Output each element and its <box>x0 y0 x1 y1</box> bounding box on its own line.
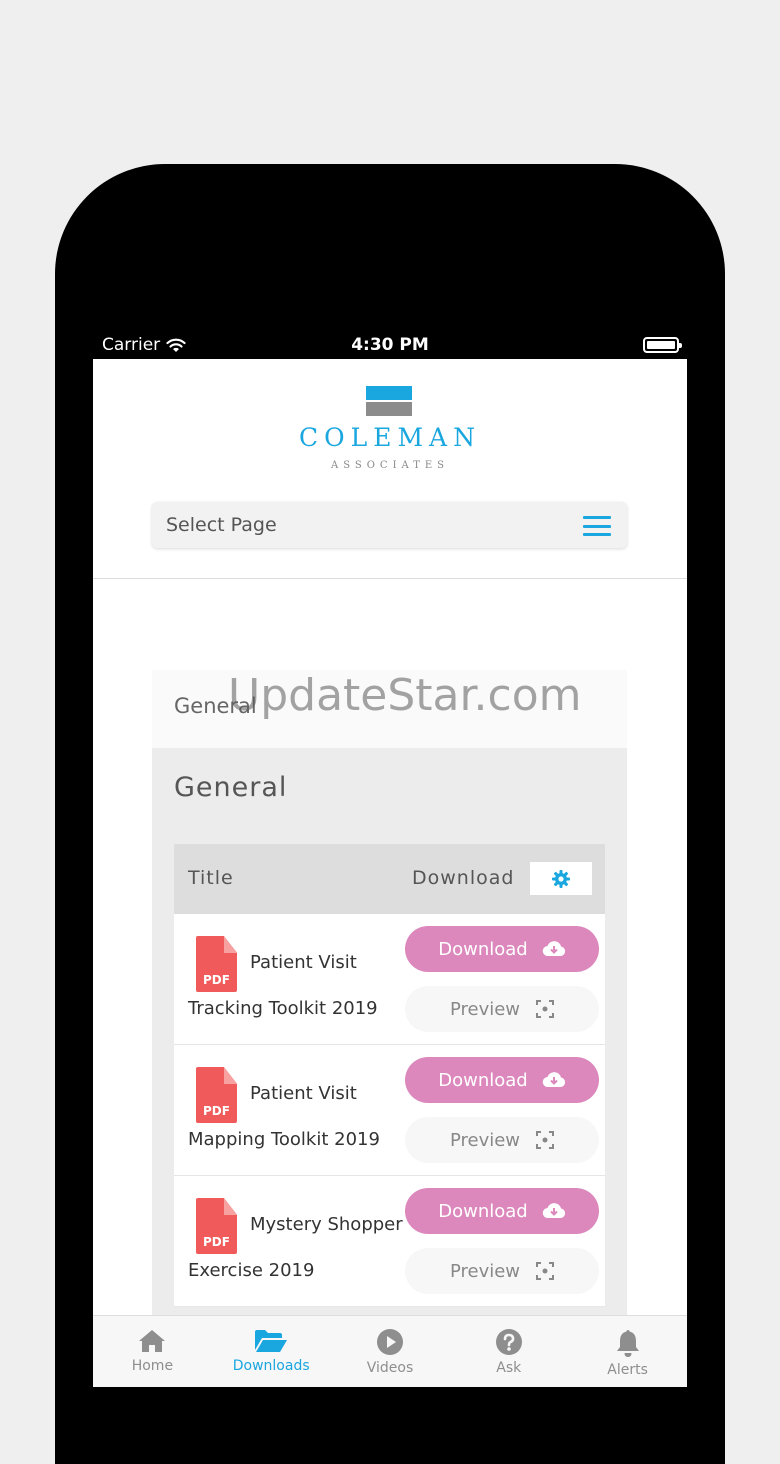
column-header-download: Download <box>412 867 515 889</box>
preview-button[interactable]: Preview <box>405 1117 599 1163</box>
pdf-file-icon: PDF <box>196 936 237 992</box>
download-button-label: Download <box>438 938 528 960</box>
cloud-download-icon <box>542 1072 565 1088</box>
select-page-dropdown[interactable]: Select Page <box>152 502 627 548</box>
tab-bar: Home Downloads Videos Ask Alerts <box>93 1315 687 1387</box>
table-row: PDF Patient Visit Mapping Toolkit 2019 D… <box>174 1045 605 1176</box>
preview-button-label: Preview <box>449 1129 521 1151</box>
focus-preview-icon <box>536 1262 555 1280</box>
download-button[interactable]: Download <box>405 926 599 972</box>
bell-icon <box>616 1330 639 1357</box>
pdf-icon-label: PDF <box>203 1104 230 1118</box>
preview-button-label: Preview <box>449 998 521 1020</box>
home-icon <box>139 1330 166 1352</box>
download-button-label: Download <box>438 1069 528 1091</box>
tab-alerts[interactable]: Alerts <box>568 1316 687 1387</box>
cloud-download-icon <box>542 1203 565 1219</box>
pdf-icon-label: PDF <box>203 973 230 987</box>
column-header-title: Title <box>188 867 234 889</box>
focus-preview-icon <box>536 1131 555 1149</box>
tab-label: Ask <box>496 1360 522 1376</box>
tab-label: Alerts <box>607 1362 648 1378</box>
pdf-file-icon: PDF <box>196 1198 237 1254</box>
tab-home[interactable]: Home <box>93 1316 212 1387</box>
app-screen: COLEMAN ASSOCIATES Select Page General U… <box>93 359 687 1387</box>
tab-downloads[interactable]: Downloads <box>212 1316 331 1387</box>
document-title-line2: Mapping Toolkit 2019 <box>188 1129 380 1150</box>
section-header-label: General <box>174 694 257 718</box>
pdf-icon-label: PDF <box>203 1235 230 1249</box>
header-divider <box>93 578 687 579</box>
document-title-line2: Exercise 2019 <box>188 1260 315 1281</box>
table-row: PDF Mystery Shopper Exercise 2019 Downlo… <box>174 1176 605 1307</box>
gear-icon <box>552 869 570 888</box>
preview-button[interactable]: Preview <box>405 1248 599 1294</box>
tab-label: Downloads <box>232 1358 310 1374</box>
brand-name: COLEMAN <box>298 423 481 452</box>
focus-preview-icon <box>536 1000 555 1018</box>
question-circle-icon <box>495 1329 522 1355</box>
tab-ask[interactable]: Ask <box>449 1316 568 1387</box>
downloads-panel: General Title Download PDF Patient Visit… <box>152 748 627 1387</box>
table-row: PDF Patient Visit Tracking Toolkit 2019 … <box>174 914 605 1045</box>
preview-button[interactable]: Preview <box>405 986 599 1032</box>
battery-icon <box>643 337 682 353</box>
folder-open-icon <box>255 1330 288 1352</box>
section-header[interactable]: General <box>152 670 627 748</box>
download-button[interactable]: Download <box>405 1057 599 1103</box>
select-page-label: Select Page <box>166 514 277 536</box>
hamburger-menu-icon[interactable] <box>583 516 611 536</box>
document-title-line1: Patient Visit <box>250 952 357 973</box>
download-button[interactable]: Download <box>405 1188 599 1234</box>
cloud-download-icon <box>542 941 565 957</box>
panel-title: General <box>174 772 288 803</box>
settings-button[interactable] <box>530 862 592 895</box>
download-button-label: Download <box>438 1200 528 1222</box>
logo-mark <box>366 386 412 416</box>
pdf-file-icon: PDF <box>196 1067 237 1123</box>
document-title-line1: Mystery Shopper <box>250 1214 403 1235</box>
preview-button-label: Preview <box>449 1260 521 1282</box>
downloads-table: Title Download PDF Patient Visit Trackin… <box>174 844 605 1307</box>
play-circle-icon <box>376 1329 403 1355</box>
document-title-line1: Patient Visit <box>250 1083 357 1104</box>
status-time: 4:30 PM <box>351 335 429 355</box>
brand-subtitle: ASSOCIATES <box>330 460 450 471</box>
table-header: Title Download <box>174 844 605 914</box>
document-title-line2: Tracking Toolkit 2019 <box>188 998 378 1019</box>
tab-videos[interactable]: Videos <box>331 1316 450 1387</box>
status-bar: Carrier 4:30 PM <box>93 330 687 360</box>
tab-label: Home <box>131 1358 174 1374</box>
tab-label: Videos <box>366 1360 414 1376</box>
